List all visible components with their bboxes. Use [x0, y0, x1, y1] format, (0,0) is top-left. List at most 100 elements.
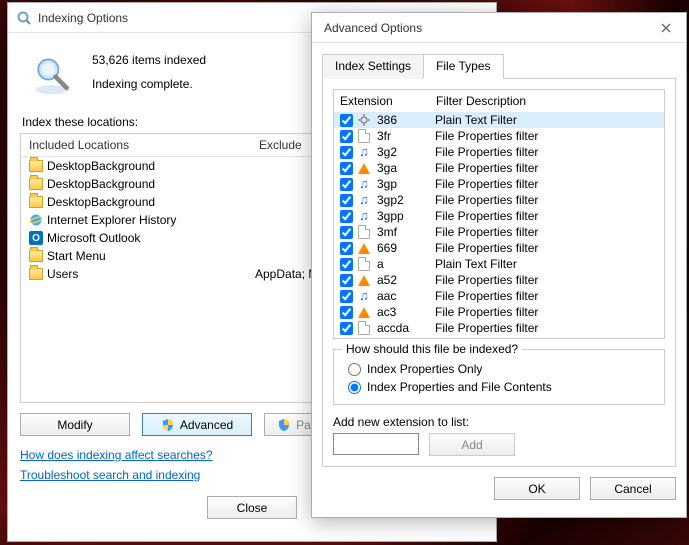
filetype-ext: ac3	[375, 305, 431, 319]
radio-contents-input[interactable]	[348, 381, 361, 394]
filetype-checkbox[interactable]	[340, 258, 353, 271]
location-name: Microsoft Outlook	[47, 231, 140, 245]
filetype-row[interactable]: ♫3gpFile Properties filter	[334, 176, 664, 192]
filetype-desc: File Properties filter	[435, 145, 662, 159]
col-exclude[interactable]: Exclude	[251, 134, 310, 156]
filetype-checkbox[interactable]	[340, 274, 353, 287]
add-extension-row: Add new extension to list: Add	[333, 415, 665, 456]
filetype-row[interactable]: accda File Properties filter	[334, 320, 664, 336]
shield-icon	[277, 418, 291, 432]
filetype-checkbox[interactable]	[340, 322, 353, 335]
filetype-ext: accda	[375, 321, 431, 335]
vlc-icon	[357, 273, 371, 287]
filetype-row[interactable]: 669File Properties filter	[334, 240, 664, 256]
filetype-row[interactable]: 3gaFile Properties filter	[334, 160, 664, 176]
filetype-row[interactable]: ♫aacFile Properties filter	[334, 288, 664, 304]
group-title: How should this file be indexed?	[342, 342, 522, 356]
filetype-row[interactable]: aPlain Text Filter	[334, 256, 664, 272]
modify-button[interactable]: Modify	[20, 413, 130, 436]
advanced-titlebar: Advanced Options	[312, 13, 686, 43]
advanced-options-window: Advanced Options Index Settings File Typ…	[311, 12, 687, 518]
tab-index-settings[interactable]: Index Settings	[322, 54, 424, 79]
filetype-row[interactable]: ♫3g2File Properties filter	[334, 144, 664, 160]
folder-icon	[29, 196, 43, 208]
file-icon	[357, 321, 371, 335]
filetype-desc: File Properties filter	[435, 177, 662, 191]
vlc-icon	[357, 241, 371, 255]
filetype-checkbox[interactable]	[340, 162, 353, 175]
filetype-checkbox[interactable]	[340, 130, 353, 143]
filetype-desc: File Properties filter	[435, 209, 662, 223]
folder-icon	[29, 178, 43, 190]
tab-file-types[interactable]: File Types	[423, 54, 503, 79]
add-button[interactable]: Add	[429, 433, 515, 456]
filetype-checkbox[interactable]	[340, 210, 353, 223]
filetype-desc: File Properties filter	[435, 273, 662, 287]
ok-button[interactable]: OK	[494, 477, 580, 500]
filetype-row[interactable]: ♫3gppFile Properties filter	[334, 208, 664, 224]
music-icon: ♫	[357, 289, 371, 303]
radio-properties-and-contents[interactable]: Index Properties and File Contents	[348, 380, 654, 394]
filetype-checkbox[interactable]	[340, 226, 353, 239]
outlook-icon: O	[29, 231, 43, 245]
filetype-desc: File Properties filter	[435, 193, 662, 207]
index-method-group: How should this file be indexed? Index P…	[333, 349, 665, 405]
location-name: DesktopBackground	[47, 159, 155, 173]
location-name: Users	[47, 267, 78, 281]
filetype-row[interactable]: 3frFile Properties filter	[334, 128, 664, 144]
location-name: DesktopBackground	[47, 177, 155, 191]
filetype-row[interactable]: 3mf File Properties filter	[334, 224, 664, 240]
filetype-checkbox[interactable]	[340, 306, 353, 319]
advanced-tabs: Index Settings File Types	[322, 53, 676, 79]
shield-icon	[161, 418, 175, 432]
file-icon	[357, 257, 371, 271]
col-included[interactable]: Included Locations	[21, 134, 251, 156]
filetypes-scroll[interactable]: 386 Plain Text Filter3frFile Properties f…	[334, 112, 664, 338]
radio-properties-only-input[interactable]	[348, 363, 361, 376]
vlc-icon	[357, 161, 371, 175]
indexing-status-text: Indexing complete.	[92, 77, 206, 91]
filetype-row[interactable]: ac3 File Properties filter	[334, 304, 664, 320]
advanced-title: Advanced Options	[320, 21, 650, 35]
advanced-button[interactable]: Advanced	[142, 413, 252, 436]
close-button[interactable]: Close	[207, 496, 297, 519]
cancel-button[interactable]: Cancel	[590, 477, 676, 500]
filetype-row[interactable]: ♫3gp2File Properties filter	[334, 192, 664, 208]
advanced-close-button[interactable]	[650, 17, 682, 39]
filetype-desc: File Properties filter	[435, 289, 662, 303]
filetype-desc: File Properties filter	[435, 305, 662, 319]
filetype-checkbox[interactable]	[340, 194, 353, 207]
filetype-checkbox[interactable]	[340, 242, 353, 255]
location-name: Start Menu	[47, 249, 106, 263]
add-extension-label: Add new extension to list:	[333, 415, 665, 429]
filetype-desc: File Properties filter	[435, 321, 662, 335]
filetype-checkbox[interactable]	[340, 178, 353, 191]
magnifier-icon	[28, 51, 76, 99]
filetype-desc: File Properties filter	[435, 129, 662, 143]
filetype-checkbox[interactable]	[340, 290, 353, 303]
radio-properties-only[interactable]: Index Properties Only	[348, 362, 654, 376]
filetype-ext: 3mf	[375, 225, 431, 239]
filetype-desc: Plain Text Filter	[435, 113, 662, 127]
filetype-row[interactable]: a52File Properties filter	[334, 272, 664, 288]
folder-icon	[29, 250, 43, 262]
filetype-checkbox[interactable]	[340, 146, 353, 159]
filetype-checkbox[interactable]	[340, 114, 353, 127]
add-extension-input[interactable]	[333, 433, 419, 455]
gear-icon	[357, 113, 371, 127]
col-filter-description[interactable]: Filter Description	[430, 90, 648, 112]
folder-icon	[29, 268, 43, 280]
music-icon: ♫	[357, 193, 371, 207]
filetype-ext: 386	[375, 113, 431, 127]
filetype-ext: 3gp	[375, 177, 431, 191]
filetype-desc: File Properties filter	[435, 225, 662, 239]
filetype-ext: 669	[375, 241, 431, 255]
file-icon	[357, 129, 371, 143]
filetype-row[interactable]: 386 Plain Text Filter	[334, 112, 664, 128]
col-extension[interactable]: Extension	[334, 90, 430, 112]
location-name: DesktopBackground	[47, 195, 155, 209]
music-icon: ♫	[357, 209, 371, 223]
filetypes-list: Extension Filter Description 386 Plain Te…	[333, 89, 665, 339]
col-spacer	[648, 90, 664, 112]
ie-icon	[29, 213, 43, 227]
